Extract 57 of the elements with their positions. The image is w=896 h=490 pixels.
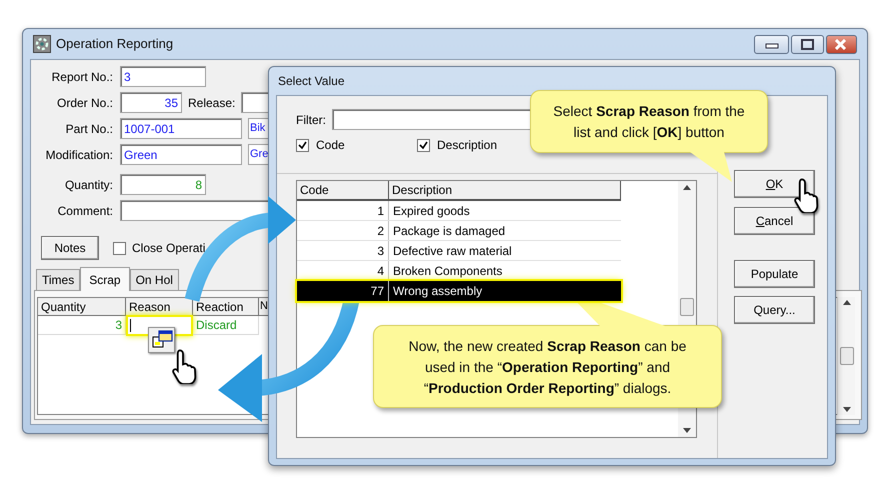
field-label: Release: [188, 94, 236, 112]
scroll-down-icon[interactable] [842, 407, 850, 412]
scroll-down-icon[interactable] [683, 428, 691, 433]
column-header[interactable]: Description [389, 181, 621, 201]
column-header[interactable]: N [259, 298, 268, 316]
lookup-icon[interactable] [148, 327, 175, 353]
input-field[interactable]: 1007-001 [120, 118, 242, 139]
list-row[interactable]: 1 Expired goods [297, 201, 621, 221]
checkbox-label: Description [437, 137, 498, 154]
field-label: Report No.: [50, 68, 114, 86]
maximize-icon [800, 38, 814, 50]
close-icon [834, 38, 848, 50]
dialog-button[interactable]: OK [734, 170, 815, 198]
input-field[interactable]: 3 [120, 66, 206, 87]
maximize-button[interactable] [791, 34, 824, 54]
field-label: Modification: [44, 146, 114, 164]
checkbox[interactable] [296, 138, 309, 152]
field-label: Order No.: [56, 94, 114, 112]
dialog-title: Select Value [278, 73, 344, 90]
gear-icon [33, 35, 51, 53]
dialog-button[interactable]: Query... [734, 296, 815, 324]
minimize-button[interactable] [754, 34, 789, 54]
window-title: Operation Reporting [56, 35, 174, 54]
notes-button[interactable]: Notes [41, 236, 99, 260]
field-label: Comment: [56, 202, 114, 220]
scroll-up-icon[interactable] [842, 300, 850, 305]
checkbox-label: Close Operati [132, 240, 206, 257]
scroll-thumb[interactable] [840, 347, 854, 365]
tab[interactable]: Times [36, 269, 80, 290]
close-button[interactable] [826, 34, 857, 54]
list-row[interactable]: 2 Package is damaged [297, 221, 621, 241]
tab[interactable]: On Hol [130, 269, 179, 290]
field-label: Quantity: [64, 176, 114, 194]
input-field[interactable]: 35 [120, 92, 182, 113]
list-row[interactable]: 3 Defective raw material [297, 241, 621, 261]
dialog-button[interactable]: Cancel [734, 207, 815, 235]
input-field[interactable]: Bik [248, 118, 269, 139]
input-field[interactable]: Green [120, 144, 242, 165]
input-field[interactable]: Gre [248, 144, 269, 165]
field-label: Part No.: [64, 120, 114, 138]
tab[interactable]: Scrap [80, 267, 130, 291]
column-header[interactable]: Reaction [193, 298, 259, 316]
input-field[interactable]: 8 [120, 174, 206, 195]
checkbox[interactable] [113, 242, 126, 254]
column-header[interactable]: Reason [126, 298, 193, 316]
column-header[interactable]: Code [297, 181, 389, 201]
table-cell: Discard [193, 316, 259, 335]
list-row[interactable]: 77 Wrong assembly [297, 281, 621, 301]
column-header[interactable]: Quantity [38, 298, 126, 316]
tooltip-tail [690, 152, 732, 182]
field-label: Filter: [296, 112, 326, 128]
dialog-button[interactable]: Populate [734, 260, 815, 288]
scrollbar[interactable] [837, 297, 855, 415]
scroll-up-icon[interactable] [683, 185, 691, 190]
checkbox[interactable] [417, 138, 430, 152]
scroll-thumb[interactable] [680, 298, 694, 316]
checkbox-label: Code [316, 137, 345, 154]
